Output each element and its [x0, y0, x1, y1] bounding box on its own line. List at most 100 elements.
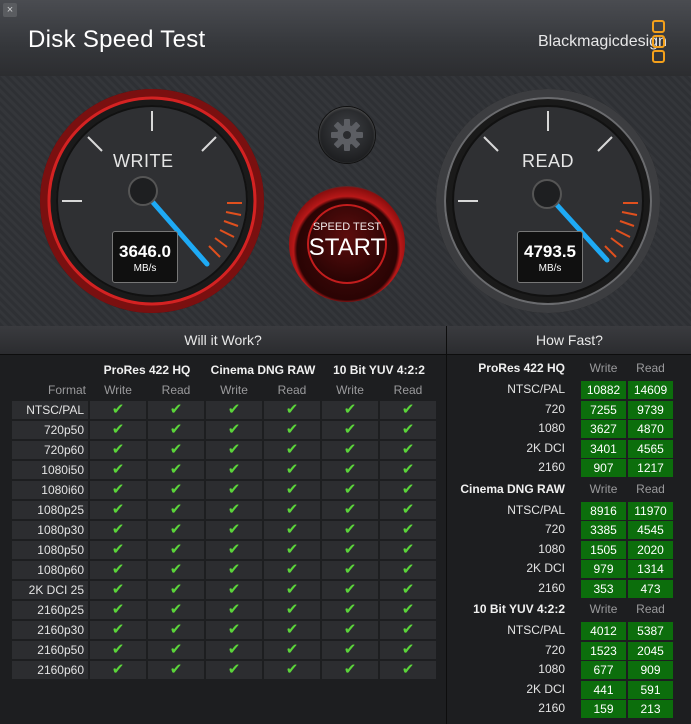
checkmark-icon: ✔: [227, 641, 241, 658]
read-speed-cell: 213: [628, 700, 673, 718]
format-label: 1080p50: [37, 543, 84, 557]
checkmark-icon: ✔: [227, 561, 241, 578]
checkmark-icon: ✔: [343, 581, 357, 598]
group-header-10-bit-yuv-422: 10 Bit YUV 4:2:2: [333, 363, 425, 377]
checkmark-icon: ✔: [343, 541, 357, 558]
checkmark-icon: ✔: [227, 421, 241, 438]
checkmark-icon: ✔: [169, 521, 183, 538]
checkmark-icon: ✔: [111, 581, 125, 598]
checkmark-icon: ✔: [343, 481, 357, 498]
read-speed-cell: 473: [628, 579, 673, 598]
speed-row-label: 1080: [538, 421, 565, 435]
read-column-header: Read: [161, 383, 191, 397]
checkmark-icon: ✔: [227, 661, 241, 678]
speed-row-label: 1080: [538, 662, 565, 676]
close-button[interactable]: ×: [3, 3, 17, 17]
checkmark-icon: ✔: [169, 581, 183, 598]
checkmark-icon: ✔: [227, 621, 241, 638]
format-label: 2K DCI 25: [28, 583, 84, 597]
checkmark-icon: ✔: [343, 601, 357, 618]
read-speed-cell: 4545: [628, 521, 673, 539]
how-fast-title: How Fast?: [447, 326, 691, 355]
checkmark-icon: ✔: [401, 581, 415, 598]
read-column-header: Read: [393, 383, 423, 397]
format-label: 2160p60: [37, 663, 84, 677]
speed-row-label: 1080: [538, 541, 565, 556]
checkmark-icon: ✔: [285, 481, 299, 498]
checkmark-icon: ✔: [343, 561, 357, 578]
speed-row-label: 720: [544, 642, 565, 657]
checkmark-icon: ✔: [343, 621, 357, 638]
checkmark-icon: ✔: [169, 481, 183, 498]
speed-group-header: Cinema DNG RAW: [460, 481, 565, 496]
read-speed-cell: 4565: [628, 439, 673, 458]
write-column-header: Write: [104, 383, 132, 397]
speed-row-label: 2K DCI: [526, 681, 565, 696]
checkmark-icon: ✔: [285, 401, 299, 418]
checkmark-icon: ✔: [285, 661, 299, 678]
read-speed-cell: 4870: [628, 420, 673, 438]
read-speed-cell: 2045: [628, 641, 673, 660]
checkmark-icon: ✔: [343, 421, 357, 438]
checkmark-icon: ✔: [285, 521, 299, 538]
format-label: NTSC/PAL: [26, 403, 84, 417]
checkmark-icon: ✔: [227, 601, 241, 618]
settings-button[interactable]: [319, 107, 375, 163]
format-label: 720p50: [43, 423, 84, 437]
checkmark-icon: ✔: [111, 441, 125, 458]
checkmark-icon: ✔: [285, 541, 299, 558]
checkmark-icon: ✔: [227, 441, 241, 458]
brand-logo-icon: [652, 20, 666, 65]
start-button-label: START: [308, 234, 386, 261]
write-column-header: Write: [589, 602, 618, 616]
write-speed-cell: 907: [581, 459, 626, 477]
checkmark-icon: ✔: [111, 661, 125, 678]
app-window: × Disk Speed Test Blackmagicdesign WRITE: [0, 0, 691, 724]
read-speed-cell: 11970: [628, 501, 673, 520]
speed-row-label: 720: [544, 522, 565, 536]
checkmark-icon: ✔: [227, 401, 241, 418]
checkmark-icon: ✔: [343, 501, 357, 518]
checkmark-icon: ✔: [227, 461, 241, 478]
write-readout: 3646.0 MB/s: [112, 231, 178, 283]
read-column-header: Read: [636, 481, 665, 496]
checkmark-icon: ✔: [111, 461, 125, 478]
format-label: 2160p30: [37, 623, 84, 637]
checkmark-icon: ✔: [401, 441, 415, 458]
write-column-header: Write: [220, 383, 248, 397]
checkmark-icon: ✔: [111, 641, 125, 658]
checkmark-icon: ✔: [343, 641, 357, 658]
checkmark-icon: ✔: [285, 601, 299, 618]
write-speed-cell: 7255: [581, 400, 626, 419]
read-column-header: Read: [277, 383, 307, 397]
checkmark-icon: ✔: [169, 401, 183, 418]
speed-row-label: 2160: [538, 460, 565, 474]
read-gauge-label: READ: [522, 151, 575, 171]
checkmark-icon: ✔: [169, 541, 183, 558]
format-label: 720p60: [43, 443, 84, 457]
group-header-cinema-dng-raw: Cinema DNG RAW: [210, 363, 316, 377]
format-label: 1080p25: [37, 503, 84, 517]
checkmark-icon: ✔: [169, 441, 183, 458]
write-speed-cell: 677: [581, 661, 626, 679]
write-speed-cell: 3627: [581, 420, 626, 438]
will-it-work-panel: Will it Work? Format ProRes 422 HQ Write R…: [0, 326, 446, 724]
format-label: 1080i50: [41, 463, 84, 477]
checkmark-icon: ✔: [343, 401, 357, 418]
read-readout: 4793.5 MB/s: [517, 231, 583, 283]
checkmark-icon: ✔: [401, 621, 415, 638]
checkmark-icon: ✔: [111, 421, 125, 438]
group-header-prores-422-hq: ProRes 422 HQ: [103, 363, 191, 377]
format-label: 1080i60: [41, 483, 84, 497]
checkmark-icon: ✔: [401, 461, 415, 478]
checkmark-icon: ✔: [343, 661, 357, 678]
read-speed-cell: 5387: [628, 622, 673, 640]
brand-name: Blackmagicdesign: [538, 33, 667, 50]
write-speed-cell: 3385: [581, 521, 626, 539]
write-gauge-label: WRITE: [113, 151, 174, 171]
checkmark-icon: ✔: [227, 541, 241, 558]
checkmark-icon: ✔: [169, 501, 183, 518]
start-speed-test-button[interactable]: SPEED TEST START: [289, 186, 405, 302]
speed-row-label: NTSC/PAL: [507, 502, 565, 517]
checkmark-icon: ✔: [169, 421, 183, 438]
